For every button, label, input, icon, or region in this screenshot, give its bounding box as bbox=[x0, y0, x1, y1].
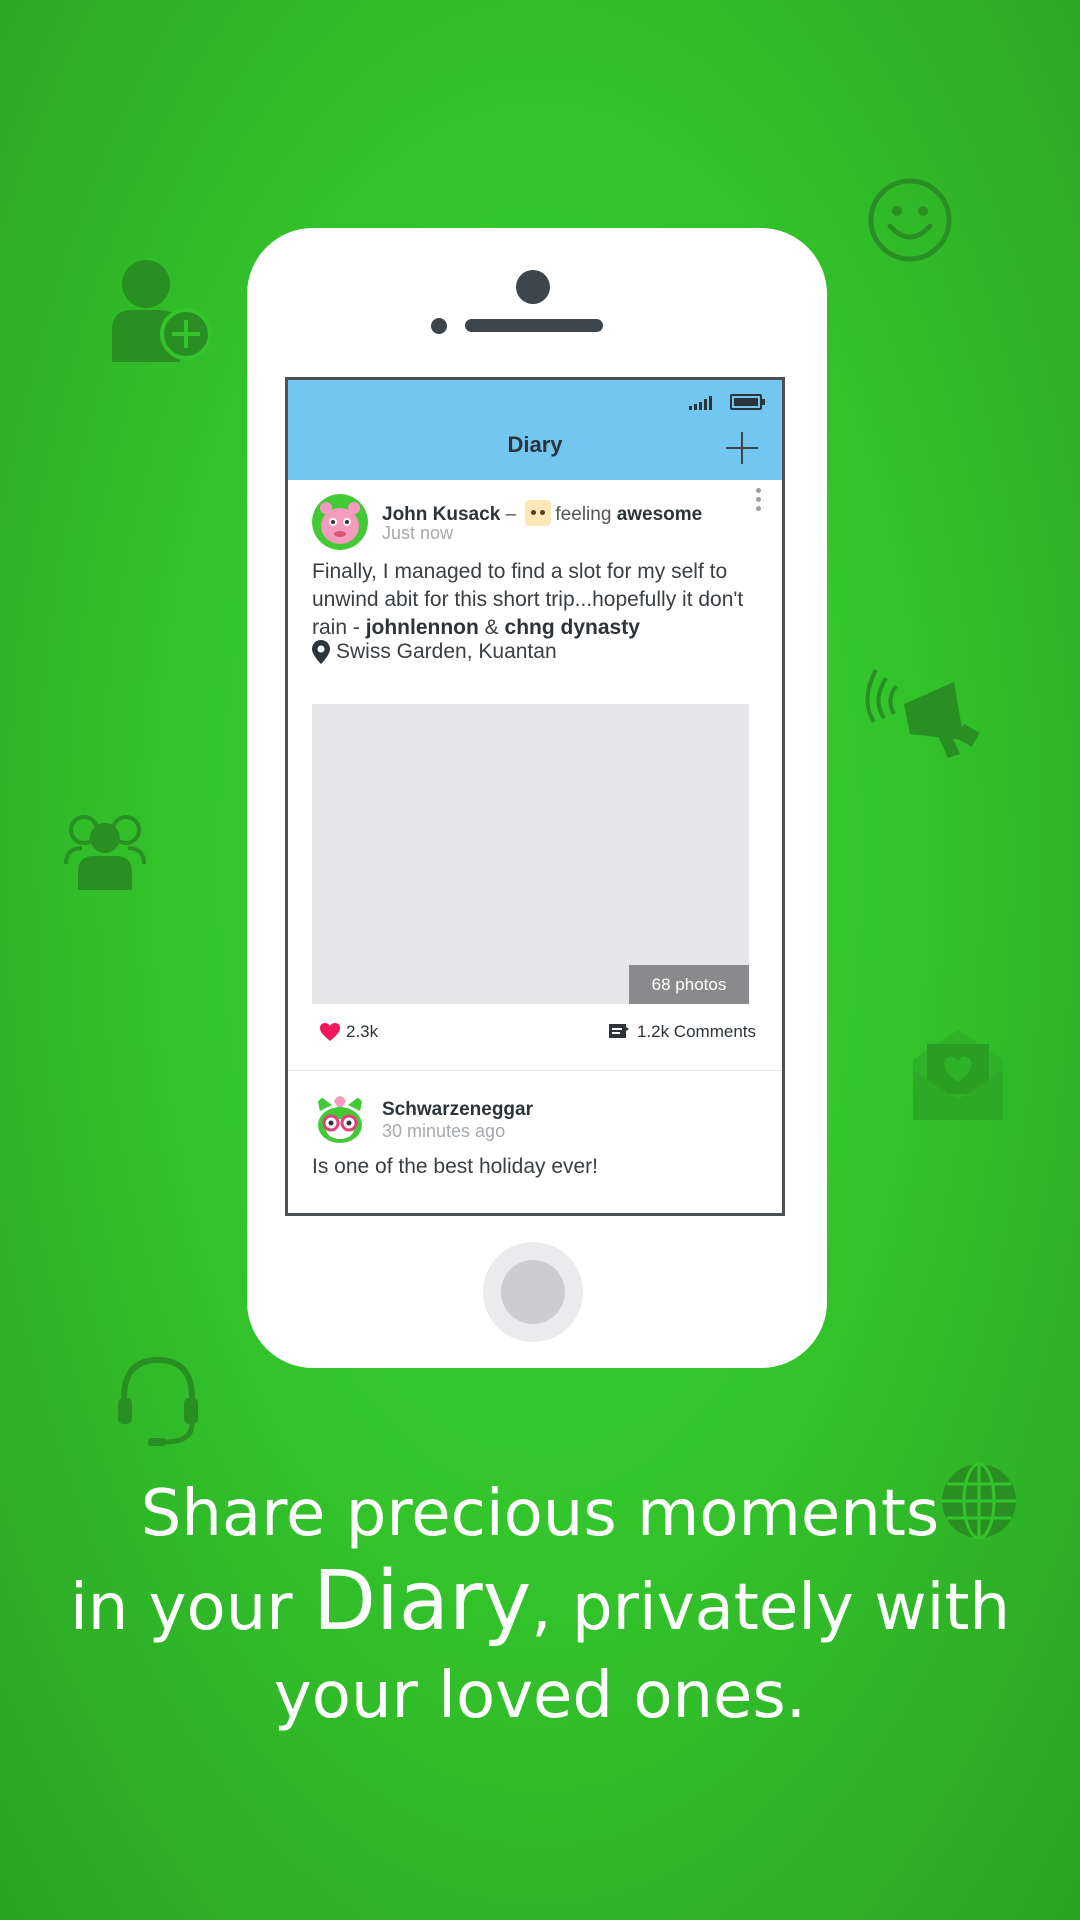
heart-icon bbox=[320, 1023, 340, 1041]
tagline-line-3: your loved ones. bbox=[273, 1659, 807, 1733]
comment-icon bbox=[608, 1024, 629, 1038]
tag-chng-dynasty[interactable]: chng dynasty bbox=[505, 616, 640, 639]
location-pin-icon bbox=[312, 640, 330, 664]
post-text: Finally, I managed to find a slot for my… bbox=[312, 558, 762, 642]
feeling-prefix: feeling bbox=[555, 504, 612, 525]
like-button[interactable]: 2.3k bbox=[320, 1022, 378, 1042]
tagline-line-1: Share precious moments bbox=[140, 1477, 940, 1551]
page-title: Diary bbox=[507, 432, 563, 457]
more-vertical-icon[interactable] bbox=[756, 488, 762, 515]
feeling-value: awesome bbox=[616, 504, 703, 525]
post-time: 30 minutes ago bbox=[382, 1121, 506, 1141]
separator: – bbox=[505, 504, 517, 525]
speaker bbox=[465, 319, 603, 332]
tagline-line-2: in your Diary, privately with bbox=[0, 1558, 1080, 1652]
signal-icon bbox=[689, 396, 712, 410]
sensor bbox=[431, 318, 447, 334]
post-time: Just now bbox=[382, 523, 454, 543]
plus-icon[interactable] bbox=[726, 432, 758, 464]
post-card: Schwarzeneggar 30 minutes ago Is one of … bbox=[288, 1071, 782, 1213]
status-bar bbox=[689, 394, 765, 410]
post-author-line: Schwarzeneggar bbox=[382, 1099, 533, 1121]
post-card: John Kusack – feeling awesome Just now F… bbox=[288, 480, 782, 1070]
likes-count: 2.3k bbox=[346, 1022, 379, 1041]
group-icon bbox=[64, 812, 146, 890]
author-name[interactable]: Schwarzeneggar bbox=[382, 1099, 533, 1120]
home-button-inner bbox=[501, 1260, 565, 1324]
tagline-diary: Diary bbox=[312, 1554, 532, 1649]
comments-count: 1.2k Comments bbox=[636, 1022, 756, 1041]
tag-joiner: & bbox=[478, 616, 505, 639]
post-text: Is one of the best holiday ever! bbox=[312, 1155, 599, 1178]
megaphone-icon bbox=[864, 662, 984, 762]
author-name[interactable]: John Kusack bbox=[382, 504, 500, 525]
tagline-line-2-post: , privately with bbox=[531, 1571, 1011, 1645]
phone-frame: Diary John Kusack – feeling awesome Just… bbox=[247, 228, 827, 1368]
phone-screen: Diary John Kusack – feeling awesome Just… bbox=[285, 377, 785, 1216]
photo-gallery[interactable]: 68 photos bbox=[312, 704, 749, 1004]
tagline: Share precious moments in your Diary, pr… bbox=[0, 1470, 1080, 1740]
tagline-line-2-pre: in your bbox=[69, 1571, 313, 1645]
feeling-emoji-icon bbox=[525, 500, 552, 526]
add-user-icon bbox=[110, 258, 212, 362]
tag-johnlennon[interactable]: johnlennon bbox=[366, 616, 479, 639]
location-label: Swiss Garden, Kuantan bbox=[336, 640, 557, 663]
love-letter-icon bbox=[913, 1030, 1003, 1120]
avatar[interactable] bbox=[312, 494, 368, 550]
avatar[interactable] bbox=[312, 1091, 368, 1147]
app-bar: Diary bbox=[288, 380, 782, 480]
post-location[interactable]: Swiss Garden, Kuantan bbox=[312, 640, 557, 664]
headset-icon bbox=[114, 1354, 202, 1450]
camera bbox=[516, 270, 550, 304]
comments-button[interactable]: 1.2k Comments bbox=[608, 1022, 756, 1042]
photos-count-badge[interactable]: 68 photos bbox=[629, 965, 749, 1004]
home-button[interactable] bbox=[483, 1242, 583, 1342]
battery-icon bbox=[730, 394, 765, 410]
smiley-icon bbox=[868, 178, 952, 262]
